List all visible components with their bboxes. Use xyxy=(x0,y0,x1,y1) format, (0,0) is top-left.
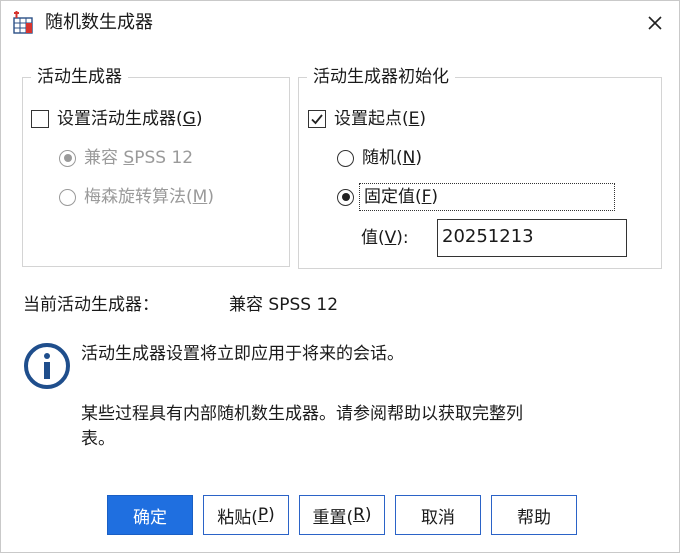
random-label: 随机(N) xyxy=(362,148,422,168)
fixed-value-label: 固定值(F) xyxy=(358,183,616,211)
spss-table-icon xyxy=(13,11,33,34)
current-generator-label: 当前活动生成器： xyxy=(23,295,159,315)
checkmark-icon xyxy=(311,114,323,125)
radio-circle[interactable] xyxy=(337,149,354,167)
random-number-generator-dialog: 随机数生成器 活动生成器 设置活动生成器(G) 兼容 SPSS 12 梅森旋转算… xyxy=(0,0,680,553)
radio-spss12-compatible[interactable]: 兼容 SPSS 12 xyxy=(59,147,193,169)
reset-button[interactable]: 重置(R) xyxy=(299,495,385,535)
cancel-button[interactable]: 取消 xyxy=(395,495,481,535)
checkbox-box[interactable] xyxy=(308,110,326,128)
active-generator-group: 活动生成器 xyxy=(22,67,290,267)
checkbox-box[interactable] xyxy=(31,110,49,128)
mersenne-twister-label: 梅森旋转算法(M) xyxy=(84,187,214,207)
info-message-1: 活动生成器设置将立即应用于将来的会话。 xyxy=(81,344,404,364)
spss12-compatible-label: 兼容 SPSS 12 xyxy=(84,148,194,168)
set-starting-point-label: 设置起点(E) xyxy=(334,109,427,129)
ok-button[interactable]: 确定 xyxy=(107,495,193,535)
radio-random[interactable]: 随机(N) xyxy=(337,147,422,169)
active-generator-legend: 活动生成器 xyxy=(31,67,128,87)
close-icon xyxy=(648,16,662,30)
radio-fixed-value[interactable]: 固定值(F) xyxy=(337,183,616,211)
value-label: 值(V): xyxy=(361,228,409,248)
seed-value-input[interactable]: 20251213 xyxy=(437,219,627,257)
help-button[interactable]: 帮助 xyxy=(491,495,577,535)
current-generator-value: 兼容 SPSS 12 xyxy=(229,295,339,315)
window-title: 随机数生成器 xyxy=(45,12,153,33)
info-icon xyxy=(24,343,70,389)
initialization-legend: 活动生成器初始化 xyxy=(307,67,455,87)
set-active-generator-label: 设置活动生成器(G) xyxy=(57,109,203,129)
set-active-generator-checkbox[interactable]: 设置活动生成器(G) xyxy=(31,108,202,130)
close-button[interactable] xyxy=(637,7,673,39)
radio-circle[interactable] xyxy=(59,149,76,167)
radio-circle[interactable] xyxy=(59,188,76,206)
info-message-3: 表。 xyxy=(81,429,115,449)
title-bar[interactable]: 随机数生成器 xyxy=(1,1,679,45)
radio-mersenne-twister[interactable]: 梅森旋转算法(M) xyxy=(59,186,214,208)
radio-circle[interactable] xyxy=(337,188,354,206)
paste-button[interactable]: 粘贴(P) xyxy=(203,495,289,535)
set-starting-point-checkbox[interactable]: 设置起点(E) xyxy=(308,108,426,130)
info-message-2: 某些过程具有内部随机数生成器。请参阅帮助以获取完整列 xyxy=(81,404,523,424)
